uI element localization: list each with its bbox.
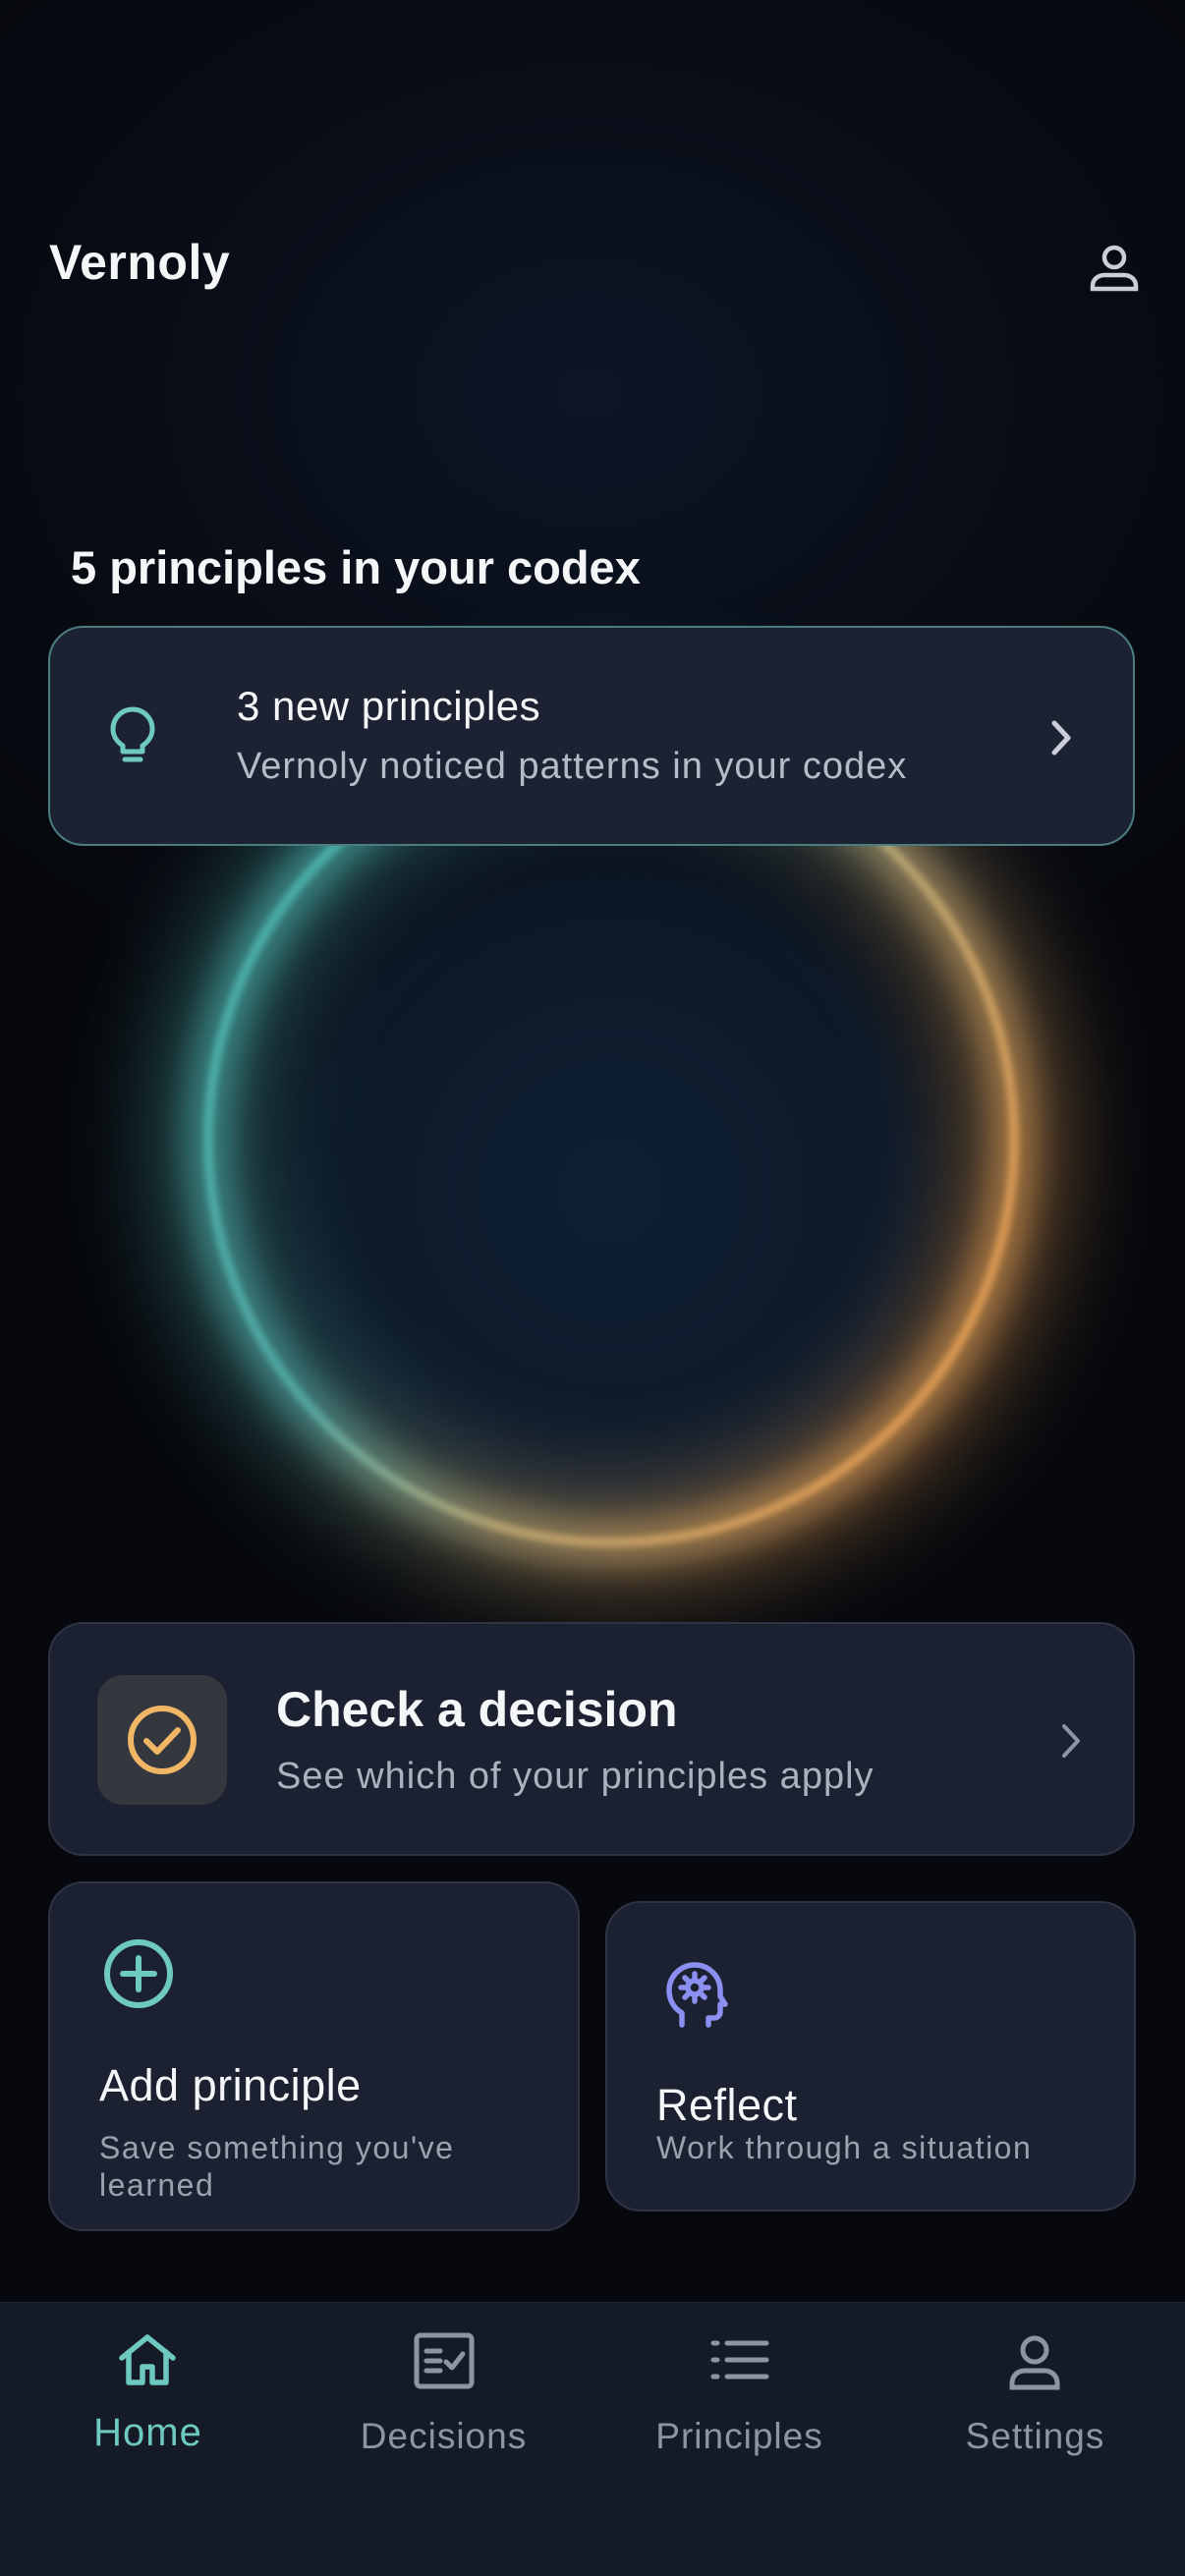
add-principle-subtitle: Save something you've learned	[99, 2130, 455, 2203]
add-principle-title: Add principle	[99, 2060, 362, 2110]
person-icon	[1090, 245, 1139, 292]
nav-item-decisions[interactable]: Decisions	[296, 2303, 592, 2519]
check-decision-card[interactable]: Check a decision See which of your princ…	[48, 1622, 1135, 1856]
profile-button[interactable]	[1081, 234, 1148, 301]
reflect-card[interactable]: Reflect Work through a situation	[605, 1901, 1136, 2212]
app-title: Vernoly	[49, 235, 231, 290]
codex-count: 5 principles in your codex	[71, 541, 641, 593]
nav-label-home: Home	[93, 2411, 202, 2454]
lightbulb-icon	[110, 706, 155, 762]
decision-title: Check a decision	[276, 1682, 678, 1737]
reflect-subtitle: Work through a situation	[656, 2130, 1033, 2165]
nav-item-home[interactable]: Home	[0, 2303, 296, 2519]
insight-subtitle: Vernoly noticed patterns in your codex	[237, 746, 908, 787]
bottom-nav: Home Decisions Principles Settings	[0, 2302, 1185, 2576]
nav-label-decisions: Decisions	[360, 2416, 528, 2456]
decision-icon-box	[97, 1675, 227, 1805]
home-screen: Vernoly 5 principles in your codex 3 new…	[0, 0, 1185, 2576]
add-principle-card[interactable]: Add principle Save something you've lear…	[48, 1881, 580, 2231]
reflect-title: Reflect	[656, 2080, 798, 2130]
new-principles-card[interactable]: 3 new principles Vernoly noticed pattern…	[48, 626, 1135, 846]
plus-circle-icon	[104, 1939, 173, 2008]
checklist-icon	[414, 2332, 475, 2389]
nav-item-settings[interactable]: Settings	[887, 2303, 1183, 2519]
chevron-right-icon	[1062, 1724, 1080, 1758]
chevron-right-icon	[1051, 720, 1071, 756]
insight-title: 3 new principles	[237, 683, 541, 729]
person-icon	[1009, 2335, 1060, 2390]
nav-item-principles[interactable]: Principles	[592, 2303, 887, 2519]
home-icon	[119, 2334, 176, 2385]
head-gear-icon	[666, 1962, 728, 2028]
check-circle-icon	[128, 1706, 197, 1774]
nav-label-settings: Settings	[965, 2416, 1105, 2456]
decision-subtitle: See which of your principles apply	[276, 1756, 875, 1797]
nav-label-principles: Principles	[655, 2416, 823, 2456]
list-icon	[710, 2340, 769, 2380]
